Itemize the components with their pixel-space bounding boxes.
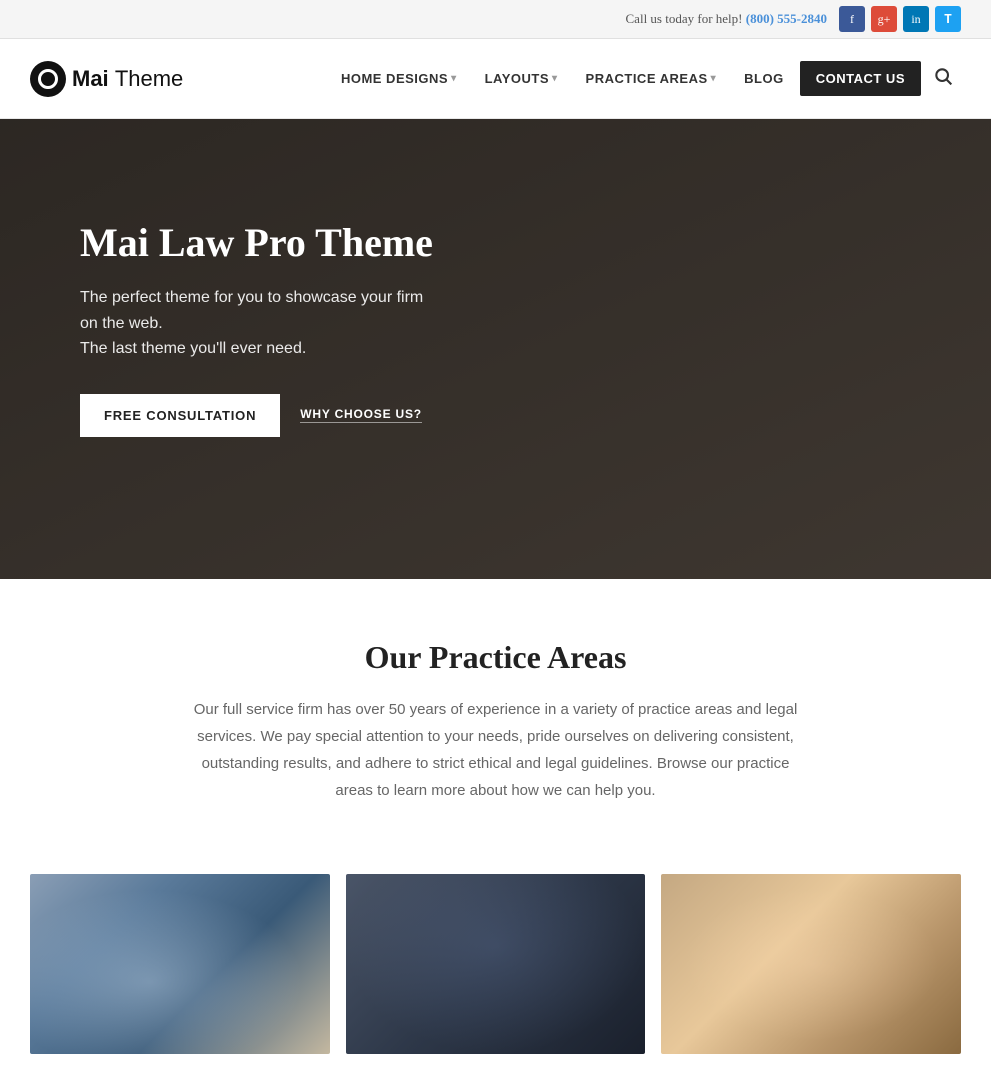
- practice-areas-title: Our Practice Areas: [80, 639, 911, 676]
- logo-text: Mai Theme: [72, 66, 183, 92]
- help-text: Call us today for help! (800) 555-2840: [626, 11, 827, 27]
- nav-home-designs[interactable]: HOME DESIGNS ▾: [329, 63, 469, 94]
- linkedin-icon[interactable]: in: [903, 6, 929, 32]
- practice-areas-description: Our full service firm has over 50 years …: [186, 696, 806, 804]
- google-plus-icon[interactable]: g+: [871, 6, 897, 32]
- hero-content: Mai Law Pro Theme The perfect theme for …: [0, 119, 520, 537]
- logo-emblem: [38, 69, 58, 89]
- logo-icon: [30, 61, 66, 97]
- main-nav: HOME DESIGNS ▾ LAYOUTS ▾ PRACTICE AREAS …: [329, 58, 961, 99]
- nav-blog[interactable]: BLOG: [732, 63, 796, 94]
- phone-link[interactable]: (800) 555-2840: [746, 11, 827, 26]
- hero-section: Mai Law Pro Theme The perfect theme for …: [0, 119, 991, 579]
- facebook-icon[interactable]: f: [839, 6, 865, 32]
- search-icon: [933, 66, 953, 86]
- header: Mai Theme HOME DESIGNS ▾ LAYOUTS ▾ PRACT…: [0, 39, 991, 119]
- hero-title: Mai Law Pro Theme: [80, 219, 440, 267]
- why-choose-us-link[interactable]: WHY CHOOSE US?: [300, 407, 422, 423]
- twitter-icon[interactable]: 𝐓: [935, 6, 961, 32]
- practice-card-1[interactable]: [30, 874, 330, 1054]
- hero-buttons: FREE CONSULTATION WHY CHOOSE US?: [80, 394, 440, 437]
- chevron-down-icon: ▾: [451, 73, 457, 84]
- chevron-down-icon: ▾: [711, 73, 717, 84]
- practice-areas-section: Our Practice Areas Our full service firm…: [0, 579, 991, 874]
- hero-subtitle: The perfect theme for you to showcase yo…: [80, 285, 440, 362]
- nav-practice-areas[interactable]: PRACTICE AREAS ▾: [574, 63, 729, 94]
- practice-card-3[interactable]: [661, 874, 961, 1054]
- practice-card-2[interactable]: [346, 874, 646, 1054]
- free-consultation-button[interactable]: FREE CONSULTATION: [80, 394, 280, 437]
- nav-layouts[interactable]: LAYOUTS ▾: [473, 63, 570, 94]
- practice-cards-row: [0, 874, 991, 1084]
- chevron-down-icon: ▾: [552, 73, 558, 84]
- nav-contact-button[interactable]: CONTACT US: [800, 61, 921, 96]
- social-links: f g+ in 𝐓: [839, 6, 961, 32]
- top-bar: Call us today for help! (800) 555-2840 f…: [0, 0, 991, 39]
- logo[interactable]: Mai Theme: [30, 61, 183, 97]
- search-button[interactable]: [925, 58, 961, 99]
